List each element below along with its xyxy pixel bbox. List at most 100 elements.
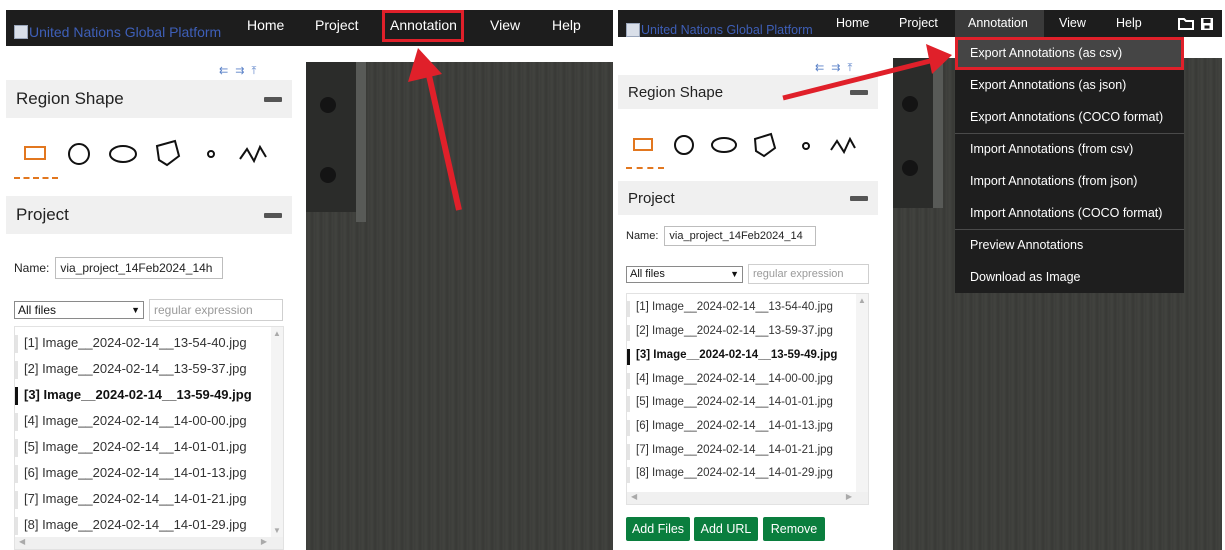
region-shape-header[interactable]: Region Shape	[6, 80, 292, 118]
collapse-icon[interactable]	[850, 195, 868, 201]
nav-help[interactable]: Help	[1116, 16, 1142, 30]
regex-filter-input[interactable]: regular expression	[748, 264, 869, 284]
ellipse-icon[interactable]	[108, 143, 138, 165]
file-filter-select[interactable]: All files ▼	[14, 301, 144, 319]
project-header[interactable]: Project	[6, 196, 292, 234]
scroll-up-icon[interactable]: ▲	[273, 329, 281, 338]
sidebar-resize-arrows[interactable]: ⇇ ⇉ ⤒	[815, 61, 854, 75]
brand-text: United Nations Global Platform	[29, 24, 222, 40]
file-item[interactable]: [6] Image__2024-02-14__14-01-13.jpg	[627, 420, 833, 436]
scroll-down-icon[interactable]: ▼	[273, 526, 281, 535]
brand-link[interactable]: United Nations Global Platform	[626, 23, 813, 37]
rectangle-icon[interactable]	[632, 137, 654, 153]
file-item-active[interactable]: [3] Image__2024-02-14__13-59-49.jpg	[15, 387, 252, 405]
nav-view[interactable]: View	[490, 17, 520, 33]
export-csv-highlight-box	[955, 37, 1184, 70]
annotation-highlight-box	[382, 10, 464, 42]
collapse-icon[interactable]	[264, 96, 282, 102]
file-item[interactable]: [5] Image__2024-02-14__14-01-01.jpg	[15, 439, 247, 457]
scroll-left-icon[interactable]: ◀	[631, 492, 637, 501]
bolt-hole	[320, 167, 336, 183]
menu-import-csv[interactable]: Import Annotations (from csv)	[955, 133, 1184, 165]
logo-icon	[626, 23, 640, 37]
file-filter-select[interactable]: All files ▼	[626, 265, 743, 283]
file-list-hscrollbar[interactable]: ◀ ▶	[15, 537, 283, 549]
metal-bracket	[306, 62, 356, 212]
file-item[interactable]: [6] Image__2024-02-14__14-01-13.jpg	[15, 465, 247, 483]
nav-home[interactable]: Home	[836, 16, 869, 30]
file-item[interactable]: [1] Image__2024-02-14__13-54-40.jpg	[627, 301, 833, 317]
region-shape-header[interactable]: Region Shape	[618, 75, 878, 109]
file-item[interactable]: [1] Image__2024-02-14__13-54-40.jpg	[15, 335, 247, 353]
nav-annotation[interactable]: Annotation	[968, 16, 1028, 30]
collapse-icon[interactable]	[850, 89, 868, 95]
menu-export-json[interactable]: Export Annotations (as json)	[955, 69, 1184, 101]
scroll-right-icon[interactable]: ▶	[846, 492, 852, 501]
file-list-hscrollbar[interactable]: ◀ ▶	[627, 492, 868, 504]
nav-project[interactable]: Project	[315, 17, 359, 33]
folder-icon[interactable]	[1178, 17, 1194, 35]
name-label: Name:	[14, 261, 50, 275]
brand-text: United Nations Global Platform	[641, 23, 813, 37]
polyline-icon[interactable]	[829, 136, 857, 156]
project-title: Project	[16, 205, 69, 224]
region-shape-title: Region Shape	[16, 89, 124, 108]
menu-import-coco[interactable]: Import Annotations (COCO format)	[955, 197, 1184, 229]
circle-icon[interactable]	[673, 134, 695, 156]
file-list-scrollbar[interactable]: ▲	[856, 294, 868, 504]
top-menu-bar: United Nations Global Platform Home Proj…	[6, 10, 613, 46]
ellipse-icon[interactable]	[710, 136, 738, 154]
polygon-icon[interactable]	[153, 138, 181, 168]
add-url-button[interactable]: Add URL	[694, 517, 758, 541]
menu-export-coco[interactable]: Export Annotations (COCO format)	[955, 101, 1184, 133]
shape-tool-row	[6, 118, 292, 196]
menu-preview-annotations[interactable]: Preview Annotations	[955, 229, 1184, 261]
remove-button[interactable]: Remove	[763, 517, 825, 541]
image-canvas[interactable]	[306, 62, 613, 550]
file-item[interactable]: [7] Image__2024-02-14__14-01-21.jpg	[15, 491, 247, 509]
nav-help[interactable]: Help	[552, 17, 581, 33]
project-header[interactable]: Project	[618, 181, 878, 215]
file-item[interactable]: [8] Image__2024-02-14__14-01-29.jpg	[15, 517, 247, 535]
circle-icon[interactable]	[66, 142, 92, 166]
file-item[interactable]: [5] Image__2024-02-14__14-01-01.jpg	[627, 396, 833, 412]
rectangle-icon[interactable]	[23, 145, 47, 161]
nav-home[interactable]: Home	[247, 17, 284, 33]
logo-icon	[14, 25, 28, 39]
add-files-button[interactable]: Add Files	[626, 517, 690, 541]
point-icon[interactable]	[206, 149, 216, 159]
file-list[interactable]: [1] Image__2024-02-14__13-54-40.jpg [2] …	[626, 293, 869, 505]
right-panel: United Nations Global Platform Home Proj…	[618, 10, 1222, 550]
scroll-left-icon[interactable]: ◀	[19, 537, 25, 546]
file-item[interactable]: [2] Image__2024-02-14__13-59-37.jpg	[15, 361, 247, 379]
polyline-icon[interactable]	[238, 143, 268, 165]
file-item[interactable]: [8] Image__2024-02-14__14-01-29.jpg	[627, 467, 833, 483]
project-name-input[interactable]: via_project_14Feb2024_14	[664, 226, 817, 246]
scroll-right-icon[interactable]: ▶	[261, 537, 267, 546]
save-icon[interactable]	[1200, 17, 1214, 36]
file-list-scrollbar[interactable]: ▲ ▼	[271, 327, 283, 549]
file-item[interactable]: [4] Image__2024-02-14__14-00-00.jpg	[15, 413, 247, 431]
file-item[interactable]: [4] Image__2024-02-14__14-00-00.jpg	[627, 373, 833, 389]
polygon-icon[interactable]	[751, 131, 777, 159]
file-item-active[interactable]: [3] Image__2024-02-14__13-59-49.jpg	[627, 349, 837, 365]
file-list[interactable]: [1] Image__2024-02-14__13-54-40.jpg [2] …	[14, 326, 284, 550]
scroll-up-icon[interactable]: ▲	[858, 296, 866, 305]
sidebar-resize-arrows[interactable]: ⇇ ⇉ ⤒	[219, 64, 258, 78]
collapse-icon[interactable]	[264, 212, 282, 218]
nav-project[interactable]: Project	[899, 16, 938, 30]
left-sidebar: ⇇ ⇉ ⤒ Region Shape Project Name: via_pro…	[6, 46, 292, 550]
file-item[interactable]: [7] Image__2024-02-14__14-01-21.jpg	[627, 444, 833, 460]
active-shape-indicator	[14, 177, 58, 179]
file-filter-value: All files	[630, 268, 665, 280]
menu-import-json[interactable]: Import Annotations (from json)	[955, 165, 1184, 197]
file-item[interactable]: [2] Image__2024-02-14__13-59-37.jpg	[627, 325, 833, 341]
point-icon[interactable]	[801, 141, 811, 151]
rail-edge	[933, 58, 943, 208]
region-shape-title: Region Shape	[628, 83, 724, 101]
project-name-input[interactable]: via_project_14Feb2024_14h	[55, 257, 224, 279]
menu-download-image[interactable]: Download as Image	[955, 261, 1184, 293]
regex-filter-input[interactable]: regular expression	[149, 299, 283, 321]
nav-view[interactable]: View	[1059, 16, 1086, 30]
brand-link[interactable]: United Nations Global Platform	[14, 24, 221, 40]
